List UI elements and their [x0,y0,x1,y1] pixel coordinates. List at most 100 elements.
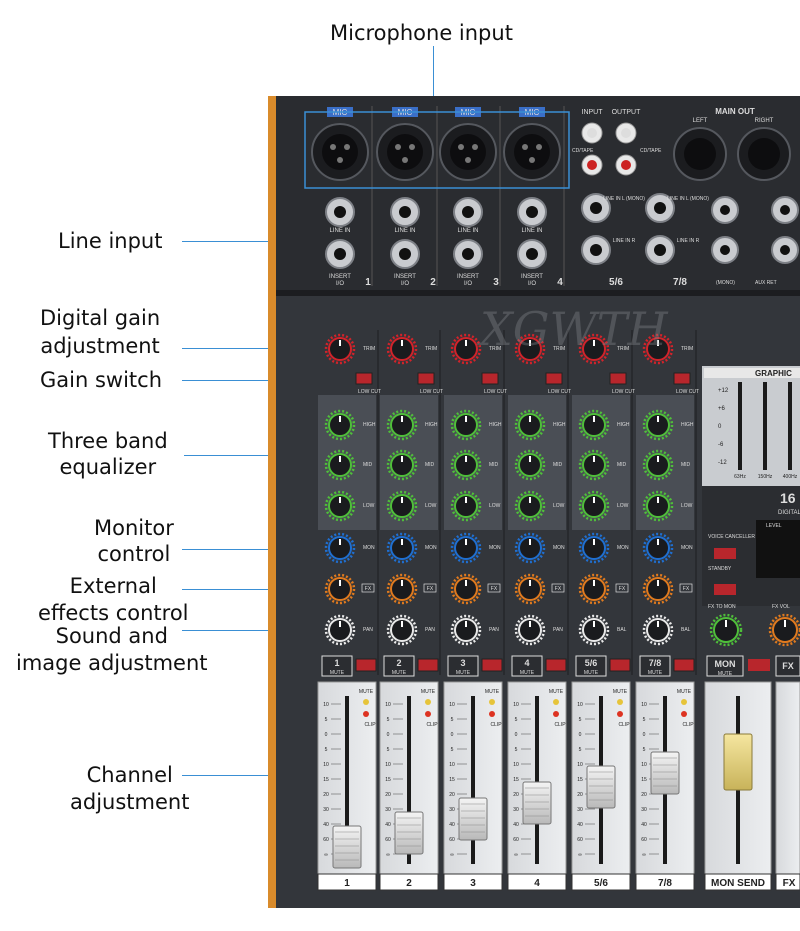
channel-number: 2 [430,277,436,288]
fx-fader-label: FX [783,878,796,889]
fader-scale-label: ∞ [324,852,328,858]
clip-led [363,711,369,717]
fader-scale-label: 5 [515,747,518,753]
mid-label: MID [363,462,373,468]
graphic-eq-slider[interactable] [738,382,742,470]
fader-channel-label: 7/8 [658,878,672,889]
cd-tape-input-label: CD/TAPE [572,148,594,154]
fader-scale-label: 0 [325,732,328,738]
fader-scale-label: 60 [641,837,647,843]
xlr-jack-hole [514,134,550,170]
low-cut-button[interactable] [481,372,499,385]
mute-label: MUTE [648,670,663,676]
mute-button[interactable] [673,658,695,672]
voice-canceller-label: VOICE CANCELLER [708,534,755,540]
fader-channel-label: 1 [344,878,350,889]
low-cut-button[interactable] [673,372,691,385]
fader-scale-label: 30 [385,807,391,813]
low-cut-button[interactable] [609,372,627,385]
mon-label: MON [681,545,693,551]
fx-label: FX [683,586,690,592]
standby-button[interactable] [714,584,736,595]
mid-label: MID [489,462,499,468]
mon-bus-label: MON [715,659,736,669]
fader-channel-label: 4 [534,878,540,889]
line-in-mono-label: LINE IN L (MONO) [667,196,709,202]
high-label: HIGH [553,422,566,428]
fader-scale-label: 20 [323,792,329,798]
fader-track [535,696,539,864]
fader-scale-label: 30 [513,807,519,813]
low-cut-label: LOW CUT [612,389,635,395]
trim-label: TRIM [425,346,437,352]
graphic-eq-slider[interactable] [763,382,767,470]
fader-scale-label: 15 [385,777,391,783]
main-out-label: MAIN OUT [715,107,755,116]
channel-number: 4 [557,277,563,288]
channel-number-label: 7/8 [649,658,662,668]
fader-scale-label: 10 [449,762,455,768]
low-label: LOW [363,503,375,509]
fader-scale-label: 0 [387,732,390,738]
fx-fader-area [775,681,800,891]
side-trim [268,96,276,908]
high-label: HIGH [425,422,438,428]
main-out-left-label: LEFT [693,118,708,124]
low-cut-button[interactable] [417,372,435,385]
main-out-right-label: RIGHT [755,118,774,124]
mon-label: MON [489,545,501,551]
fader-scale-label: 5 [579,717,582,723]
eq-scale-label: +6 [718,406,726,412]
mute-button[interactable] [417,658,439,672]
fader-scale-label: 10 [323,762,329,768]
fader-scale-label: 0 [643,732,646,738]
high-label: HIGH [363,422,376,428]
input-label: INPUT [582,109,604,116]
fader-scale-label: 10 [513,762,519,768]
graphic-eq-slider[interactable] [788,382,792,470]
fader-scale-label: 10 [385,762,391,768]
bal-label: BAL [681,627,691,633]
mute-button[interactable] [609,658,631,672]
standby-label: STANDBY [708,566,732,572]
eq-frequency-label: 150Hz [758,474,773,480]
fader-scale-label: 15 [641,777,647,783]
mon-send-fader-cap[interactable] [723,733,753,791]
mon-send-label: MON SEND [711,878,765,889]
mon-label: MON [553,545,565,551]
xlr-jack-hole [322,134,358,170]
fader-scale-label: 60 [577,837,583,843]
mute-button[interactable] [355,658,377,672]
mon-label: MON [425,545,437,551]
fader-scale-label: 30 [323,807,329,813]
io-label: I/O [528,281,536,287]
low-cut-button[interactable] [545,372,563,385]
fader-scale-label: 20 [513,792,519,798]
fader-scale-label: ∞ [514,852,518,858]
low-cut-label: LOW CUT [676,389,699,395]
low-cut-label: LOW CUT [420,389,443,395]
mute-button[interactable] [545,658,567,672]
low-cut-button[interactable] [355,372,373,385]
panel-seam [276,290,800,296]
fader-scale-label: 10 [577,702,583,708]
mute-button[interactable] [481,658,503,672]
pan-label: PAN [425,627,435,633]
voice-canceller-button[interactable] [714,548,736,559]
fader-scale-label: 5 [451,717,454,723]
fader-scale-label: 30 [449,807,455,813]
xlr-jack-hole [450,134,486,170]
clip-led-label: CLIP [554,722,566,728]
mid-label: MID [617,462,627,468]
fader-scale-label: 40 [449,822,455,828]
fader-scale-label: 40 [577,822,583,828]
low-label: LOW [553,503,565,509]
fader-scale-label: 60 [449,837,455,843]
mute-label: MUTE [330,670,345,676]
fx-label: FX [555,586,562,592]
mon-mute-button[interactable] [748,659,770,671]
clip-led-label: CLIP [426,722,438,728]
channel-number: 3 [493,277,499,288]
mute-led-label: MUTE [549,689,564,695]
fader-scale-label: 10 [641,762,647,768]
